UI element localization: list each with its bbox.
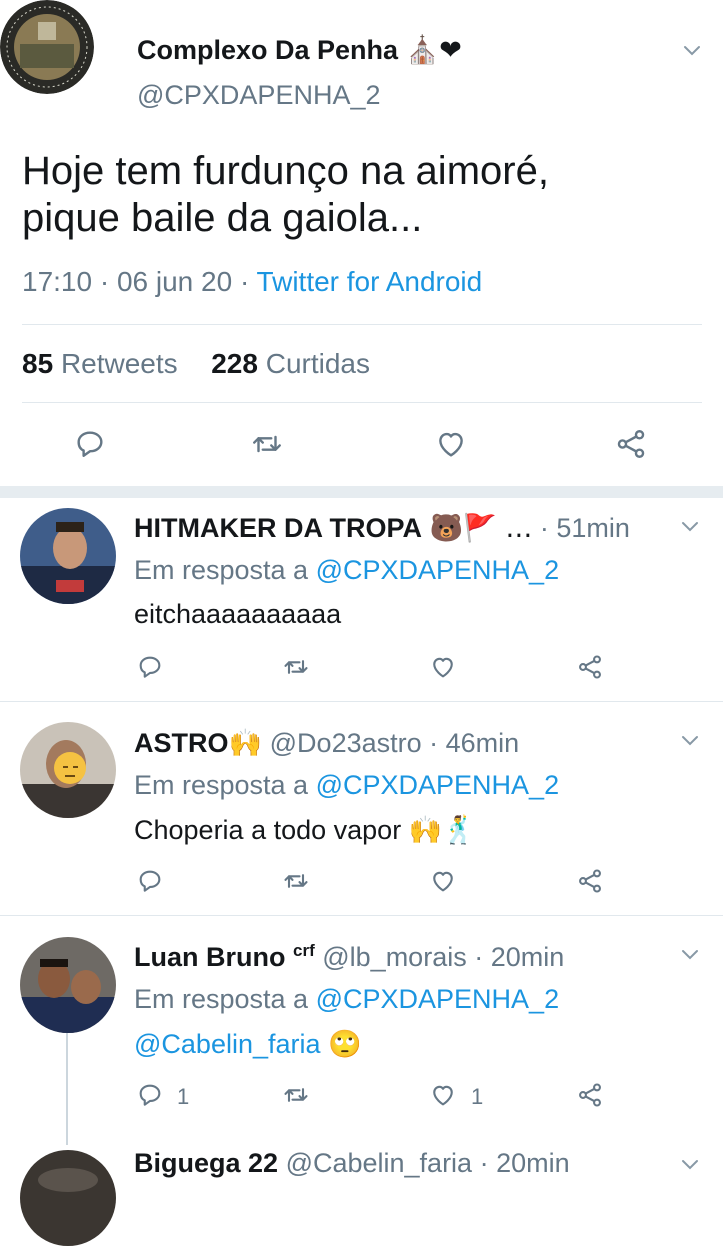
reply-icon[interactable] (136, 1081, 164, 1109)
retweet-icon[interactable] (282, 1081, 310, 1109)
tweet-text-line: Hoje tem furdunço na aimoré, (22, 149, 549, 193)
tweet-meta: 17:10 · 06 jun 20 · Twitter for Android (22, 266, 482, 298)
reply-header: Luan Bruno crf @lb_morais · 20min (134, 941, 564, 973)
likes-count: 228 (211, 348, 258, 379)
reply-header: Biguega 22 @Cabelin_faria · 20min (134, 1148, 570, 1179)
chevron-down-icon[interactable] (678, 514, 702, 538)
reply-icon[interactable] (136, 653, 164, 681)
retweets-label: Retweets (60, 348, 178, 379)
reply-header: ASTRO🙌 @Do23astro · 46min (134, 727, 519, 759)
reply-author-emojis: 🙌 (228, 728, 263, 759)
reply-text: Choperia a todo vapor 🙌🕺 (134, 814, 476, 846)
tweet-text: Hoje tem furdunço na aimoré, pique baile… (22, 148, 702, 242)
retweets-stat[interactable]: 85 Retweets (22, 348, 178, 379)
reply-mention[interactable]: @Cabelin_faria (134, 1029, 321, 1059)
reply-to-mention[interactable]: @CPXDAPENHA_2 (316, 555, 560, 585)
avatar[interactable] (20, 722, 116, 818)
divider (22, 402, 702, 403)
divider (0, 701, 723, 702)
reply-timestamp: · 20min (479, 1148, 570, 1178)
reply-icon[interactable] (73, 427, 107, 461)
heart-icon[interactable] (429, 867, 457, 895)
reply-text: eitchaaaaaaaaaa (134, 599, 342, 629)
reply-author-name[interactable]: Luan Bruno (134, 942, 285, 972)
reply-timestamp: · 51min (539, 513, 630, 543)
author-emojis: ⛪❤ (405, 35, 462, 66)
author-name[interactable]: Complexo Da Penha ⛪❤ (137, 34, 462, 66)
retweets-count: 85 (22, 348, 54, 379)
reply-text-content: Choperia a todo vapor (134, 815, 402, 845)
reply-count: 1 (177, 1084, 190, 1109)
share-icon[interactable] (576, 1081, 604, 1109)
reply-author-handle[interactable]: @lb_morais (322, 942, 466, 972)
reply-to-line: Em resposta a @CPXDAPENHA_2 (134, 770, 559, 801)
like-count: 1 (471, 1084, 484, 1109)
chevron-down-icon[interactable] (680, 38, 704, 62)
avatar[interactable] (0, 0, 94, 94)
reply-header: HITMAKER DA TROPA 🐻🚩 … · 51min (134, 512, 630, 544)
reply-author-emojis: 🐻🚩 … (429, 513, 533, 544)
retweet-icon[interactable] (282, 653, 310, 681)
chevron-down-icon[interactable] (678, 728, 702, 752)
likes-label: Curtidas (265, 348, 370, 379)
retweet-icon[interactable] (282, 867, 310, 895)
divider (0, 915, 723, 916)
reply-timestamp: · 46min (429, 728, 520, 758)
reply-to-line: Em resposta a @CPXDAPENHA_2 (134, 984, 559, 1015)
avatar[interactable] (20, 1150, 116, 1246)
reply-to-mention[interactable]: @CPXDAPENHA_2 (316, 984, 560, 1014)
reply-author-suffix: crf (293, 941, 315, 960)
reply-to-prefix: Em resposta a (134, 770, 309, 800)
likes-stat[interactable]: 228 Curtidas (211, 348, 370, 379)
heart-icon[interactable] (434, 427, 468, 461)
thread-line (66, 1033, 68, 1145)
tweet-text-line: pique baile da gaiola... (22, 196, 423, 240)
retweet-icon[interactable] (250, 427, 284, 461)
share-icon[interactable] (576, 867, 604, 895)
reply-text: @Cabelin_faria 🙄 (134, 1028, 362, 1060)
reply-icon[interactable] (136, 867, 164, 895)
reply-timestamp: · 20min (474, 942, 565, 972)
reply-author-name[interactable]: ASTRO (134, 728, 229, 758)
divider (22, 324, 702, 325)
chevron-down-icon[interactable] (678, 1152, 702, 1176)
tweet-timestamp: 17:10 · 06 jun 20 · (22, 266, 257, 297)
reply-author-name[interactable]: Biguega 22 (134, 1148, 278, 1178)
reply-to-prefix: Em resposta a (134, 984, 309, 1014)
reply-to-line: Em resposta a @CPXDAPENHA_2 (134, 555, 559, 586)
heart-icon[interactable] (429, 1081, 457, 1109)
separator (0, 486, 723, 498)
reply-to-mention[interactable]: @CPXDAPENHA_2 (316, 770, 560, 800)
avatar[interactable] (20, 508, 116, 604)
tweet-stats: 85 Retweets 228 Curtidas (22, 348, 370, 380)
chevron-down-icon[interactable] (678, 942, 702, 966)
heart-icon[interactable] (429, 653, 457, 681)
reply-author-handle[interactable]: @Cabelin_faria (286, 1148, 473, 1178)
avatar[interactable] (20, 937, 116, 1033)
author-name-text: Complexo Da Penha (137, 35, 399, 65)
tweet-source-link[interactable]: Twitter for Android (257, 266, 483, 297)
reply-author-name[interactable]: HITMAKER DA TROPA (134, 513, 422, 543)
reply-text-emojis: 🙄 (328, 1029, 362, 1060)
author-handle[interactable]: @CPXDAPENHA_2 (137, 80, 381, 111)
share-icon[interactable] (576, 653, 604, 681)
share-icon[interactable] (614, 427, 648, 461)
reply-text-emojis: 🙌🕺 (408, 815, 476, 846)
reply-author-handle[interactable]: @Do23astro (270, 728, 422, 758)
reply-to-prefix: Em resposta a (134, 555, 309, 585)
